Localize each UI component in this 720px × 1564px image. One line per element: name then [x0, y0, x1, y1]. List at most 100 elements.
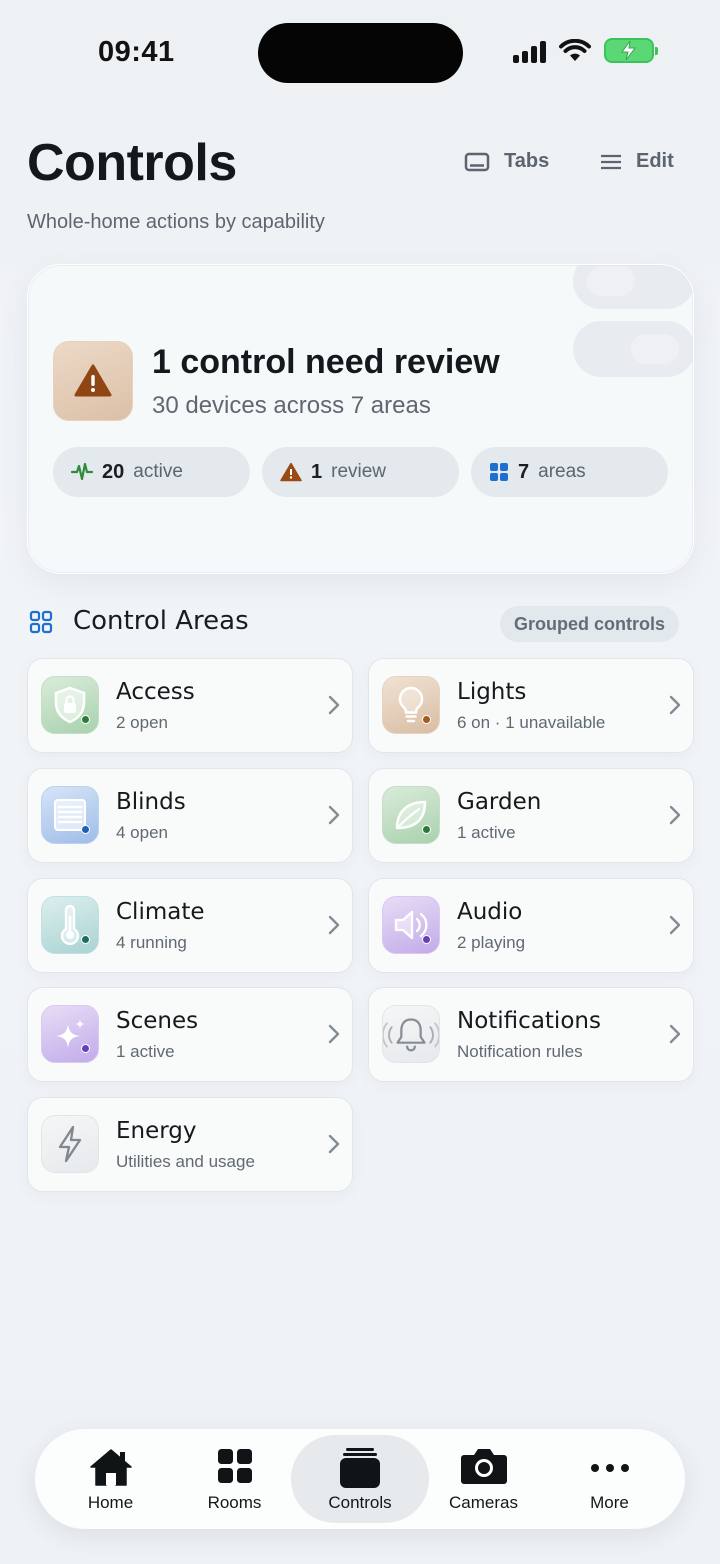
chevron-right-icon: [328, 915, 340, 935]
status-dot: [81, 935, 90, 944]
status-dot: [422, 715, 431, 724]
chevron-right-icon: [669, 1024, 681, 1044]
chevron-right-icon: [328, 805, 340, 825]
tab-rooms[interactable]: Rooms: [172, 1429, 297, 1529]
warning-icon: [74, 364, 112, 397]
area-subtitle: 4 open: [116, 823, 168, 842]
control-areas-grid-icon: [29, 610, 53, 634]
tab-cameras[interactable]: Cameras: [421, 1429, 546, 1529]
tabs-button[interactable]: Tabs: [464, 150, 549, 173]
area-title: Access: [116, 679, 195, 705]
status-dot: [422, 825, 431, 834]
blinds-tile: [41, 786, 99, 844]
section-title: Control Areas: [73, 606, 249, 636]
tabs-button-label: Tabs: [504, 150, 550, 172]
controls-stack-icon: [340, 1448, 380, 1488]
stat-value: 20: [102, 460, 125, 483]
area-subtitle: 4 running: [116, 933, 187, 952]
tab-label: Home: [87, 1493, 134, 1512]
status-time: 09:41: [98, 36, 175, 68]
area-title: Garden: [457, 789, 542, 815]
area-card-lights[interactable]: Lights 6 on · 1 unavailable: [368, 658, 694, 753]
area-title: Blinds: [116, 789, 186, 815]
alert-tile: [53, 341, 133, 421]
lights-tile: [382, 676, 440, 734]
decorative-toggle: [573, 265, 693, 309]
stat-pill-active[interactable]: 20 active: [53, 447, 250, 497]
thermometer-icon: [60, 905, 80, 945]
area-card-garden[interactable]: Garden 1 active: [368, 768, 694, 863]
bulb-icon: [398, 686, 424, 723]
tab-label: Rooms: [207, 1493, 262, 1512]
climate-tile: [41, 896, 99, 954]
area-title: Energy: [116, 1118, 197, 1144]
summary-subtitle: 30 devices across 7 areas: [152, 392, 431, 419]
area-title: Audio: [457, 899, 523, 925]
edit-button-label: Edit: [636, 150, 674, 172]
garden-tile: [382, 786, 440, 844]
stat-label: areas: [538, 461, 586, 482]
tab-label: Cameras: [449, 1493, 518, 1512]
dynamic-island: [258, 23, 463, 83]
tablet-icon: [464, 152, 490, 171]
status-dot: [81, 715, 90, 724]
area-subtitle: 2 open: [116, 713, 168, 732]
summary-title: 1 control need review: [152, 343, 500, 381]
chevron-right-icon: [669, 695, 681, 715]
tab-controls[interactable]: Controls: [291, 1435, 429, 1523]
area-card-climate[interactable]: Climate 4 running: [27, 878, 353, 973]
wifi-icon: [559, 38, 591, 61]
area-subtitle: Notification rules: [457, 1042, 583, 1061]
stat-pill-areas[interactable]: 7 areas: [471, 447, 668, 497]
notifications-tile: [382, 1005, 440, 1063]
activity-icon: [71, 462, 93, 481]
area-subtitle: 1 active: [457, 823, 516, 842]
tab-home[interactable]: Home: [48, 1429, 173, 1529]
page-subtitle: Whole-home actions by capability: [27, 211, 325, 233]
tab-label: More: [590, 1493, 629, 1512]
home-icon: [89, 1449, 132, 1486]
page-title: Controls: [27, 134, 237, 192]
status-icons: [513, 38, 658, 63]
area-card-audio[interactable]: Audio 2 playing: [368, 878, 694, 973]
chevron-right-icon: [328, 695, 340, 715]
energy-tile: [41, 1115, 99, 1173]
battery-icon: [604, 38, 658, 63]
stat-value: 1: [311, 460, 323, 483]
camera-icon: [460, 1449, 507, 1484]
area-card-access[interactable]: Access 2 open: [27, 658, 353, 753]
tab-label: Controls: [328, 1493, 392, 1512]
edit-button[interactable]: Edit: [600, 150, 674, 173]
area-title: Scenes: [116, 1008, 199, 1034]
status-dot: [81, 825, 90, 834]
area-title: Lights: [457, 679, 527, 705]
area-card-notifications[interactable]: Notifications Notification rules: [368, 987, 694, 1082]
stat-label: active: [133, 461, 183, 482]
grouped-controls-badge: Grouped controls: [500, 606, 680, 642]
stat-value: 7: [518, 460, 530, 483]
area-subtitle: 2 playing: [457, 933, 526, 952]
status-dot: [81, 1044, 90, 1053]
area-subtitle: Utilities and usage: [116, 1152, 255, 1171]
area-card-energy[interactable]: Energy Utilities and usage: [27, 1097, 353, 1192]
scenes-tile: [41, 1005, 99, 1063]
area-card-blinds[interactable]: Blinds 4 open: [27, 768, 353, 863]
warning-icon: [280, 462, 302, 482]
bottom-tab-bar: Home Rooms Controls Cameras More: [35, 1429, 685, 1529]
stat-label: review: [331, 461, 387, 482]
area-title: Notifications: [457, 1008, 601, 1034]
access-tile: [41, 676, 99, 734]
decorative-toggle: [573, 321, 693, 377]
area-title: Climate: [116, 899, 205, 925]
chevron-right-icon: [328, 1024, 340, 1044]
review-summary-card[interactable]: 1 control need review 30 devices across …: [27, 264, 694, 574]
chevron-right-icon: [669, 915, 681, 935]
grid-icon: [490, 463, 508, 481]
tab-more[interactable]: More: [547, 1429, 672, 1529]
area-card-scenes[interactable]: Scenes 1 active: [27, 987, 353, 1082]
cellular-signal-icon: [513, 39, 546, 63]
menu-lines-icon: [601, 154, 621, 169]
stat-pill-review[interactable]: 1 review: [262, 447, 459, 497]
area-subtitle: 6 on · 1 unavailable: [457, 713, 606, 732]
chevron-right-icon: [328, 1134, 340, 1154]
